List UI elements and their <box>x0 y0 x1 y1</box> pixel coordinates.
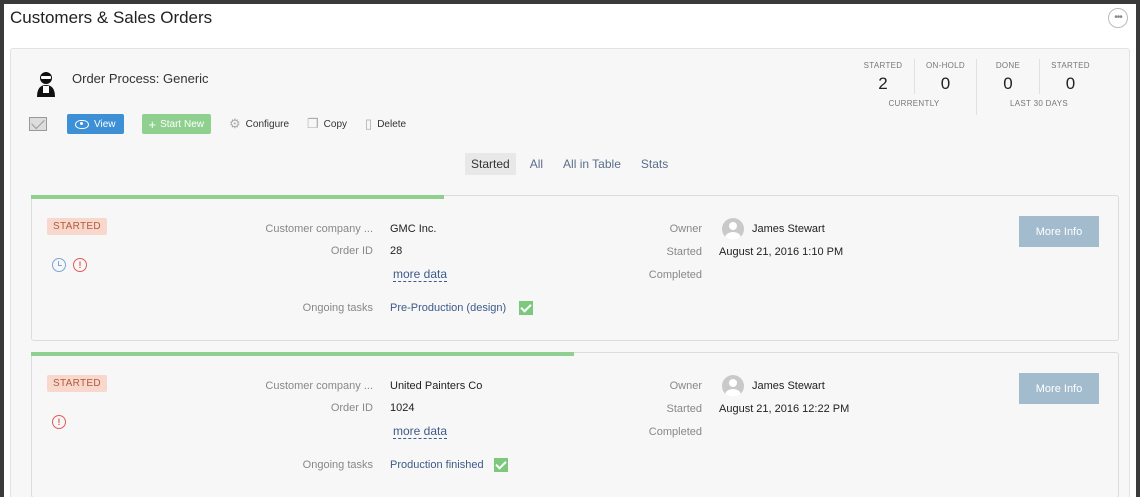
view-button-label: View <box>94 118 116 130</box>
ongoing-tasks-label: Ongoing tasks <box>302 459 373 471</box>
started-value: August 21, 2016 1:10 PM <box>719 246 844 258</box>
alert-icon: ! <box>73 258 87 272</box>
stat-value: 0 <box>1065 74 1076 93</box>
avatar <box>722 375 744 397</box>
more-data-link[interactable]: more data <box>393 424 448 439</box>
process-tabs: Started All All in Table Stats <box>465 153 682 175</box>
stat-started-30: STARTED 0 <box>1039 59 1101 94</box>
more-info-button[interactable]: More Info <box>1019 373 1099 404</box>
person-icon <box>37 72 55 97</box>
order-id-value: 28 <box>390 245 403 257</box>
stat-onhold-current: ON-HOLD 0 <box>914 59 976 94</box>
stats-currently: STARTED 2 ON-HOLD 0 CURRENTLY <box>852 59 976 115</box>
owner-name: James Stewart <box>752 380 825 392</box>
plus-icon: + <box>148 116 157 132</box>
tab-started[interactable]: Started <box>465 153 516 175</box>
stat-done-30: DONE 0 <box>977 59 1039 94</box>
customer-company-label: Customer company ... <box>265 380 373 392</box>
copy-icon: ❐ <box>307 116 319 131</box>
start-new-label: Start New <box>160 118 204 130</box>
tab-all-in-table[interactable]: All in Table <box>557 153 627 175</box>
copy-button[interactable]: ❐ Copy <box>307 116 347 132</box>
configure-label: Configure <box>245 118 290 130</box>
stat-started-current: STARTED 2 <box>852 59 914 94</box>
owner-name: James Stewart <box>752 223 825 235</box>
stat-label: DONE <box>995 61 1021 70</box>
ongoing-tasks-label: Ongoing tasks <box>302 302 373 314</box>
completed-label: Completed <box>648 426 702 438</box>
stat-label: STARTED <box>863 61 903 70</box>
started-label: Started <box>666 246 702 258</box>
trash-icon: ▯ <box>365 116 373 131</box>
status-icons: ! <box>52 258 87 272</box>
customer-company-value: United Painters Co <box>390 380 483 392</box>
owner-label: Owner <box>669 380 702 392</box>
clock-icon <box>52 258 66 272</box>
status-icons: ! <box>52 415 66 429</box>
started-value: August 21, 2016 12:22 PM <box>719 403 850 415</box>
page-title: Customers & Sales Orders <box>10 8 213 27</box>
delete-button[interactable]: ▯ Delete <box>365 116 406 132</box>
stat-value: 2 <box>878 74 888 93</box>
process-panel: Order Process: Generic STARTED 2 ON-HOLD… <box>10 48 1130 497</box>
customer-company-value: GMC Inc. <box>390 223 437 235</box>
customer-company-label: Customer company ... <box>265 223 373 235</box>
tab-all[interactable]: All <box>524 153 549 175</box>
delete-label: Delete <box>377 118 407 130</box>
copy-label: Copy <box>323 118 348 130</box>
stats-caption-currently: CURRENTLY <box>888 99 940 108</box>
order-id-label: Order ID <box>330 402 373 414</box>
stat-label: STARTED <box>1051 61 1090 70</box>
stats-last-30-days: DONE 0 STARTED 0 LAST 30 DAYS <box>976 59 1101 115</box>
app-frame: Customers & Sales Orders ••• Order Proce… <box>4 4 1136 497</box>
mail-icon[interactable] <box>29 117 47 131</box>
stats-caption-last-30: LAST 30 DAYS <box>1010 99 1068 108</box>
avatar <box>722 218 744 240</box>
gear-icon: ⚙ <box>229 116 241 131</box>
stat-label: ON-HOLD <box>926 61 965 70</box>
order-id-value: 1024 <box>390 402 415 414</box>
configure-button[interactable]: ⚙ Configure <box>229 116 289 132</box>
process-toolbar: View + Start New ⚙ Configure ❐ Copy ▯ De… <box>29 113 424 135</box>
tab-stats[interactable]: Stats <box>635 153 674 175</box>
check-icon[interactable] <box>519 301 533 315</box>
completed-label: Completed <box>648 269 702 281</box>
status-badge: STARTED <box>47 375 107 392</box>
order-card: STARTED ! Customer company ... GMC Inc. … <box>31 195 1119 341</box>
stats-summary: STARTED 2 ON-HOLD 0 CURRENTLY DONE 0 STA… <box>852 59 1101 115</box>
status-badge: STARTED <box>47 218 107 235</box>
ongoing-task-link[interactable]: Pre-Production (design) <box>390 302 506 314</box>
more-data-link[interactable]: more data <box>393 267 448 282</box>
start-new-button[interactable]: + Start New <box>141 114 211 134</box>
owner-label: Owner <box>669 223 702 235</box>
started-label: Started <box>666 403 702 415</box>
process-title: Order Process: Generic <box>72 71 209 86</box>
progress-bar <box>31 352 574 356</box>
more-options-icon[interactable]: ••• <box>1108 8 1128 28</box>
order-id-label: Order ID <box>330 245 373 257</box>
check-icon[interactable] <box>494 458 508 472</box>
stat-value: 0 <box>940 74 951 93</box>
alert-icon: ! <box>52 415 66 429</box>
order-card: STARTED ! Customer company ... United Pa… <box>31 352 1119 497</box>
ongoing-task-link[interactable]: Production finished <box>390 459 484 471</box>
more-info-button[interactable]: More Info <box>1019 216 1099 247</box>
eye-icon <box>75 119 89 129</box>
view-button[interactable]: View <box>67 114 124 134</box>
stat-value: 0 <box>1003 74 1013 93</box>
progress-bar <box>31 195 444 199</box>
